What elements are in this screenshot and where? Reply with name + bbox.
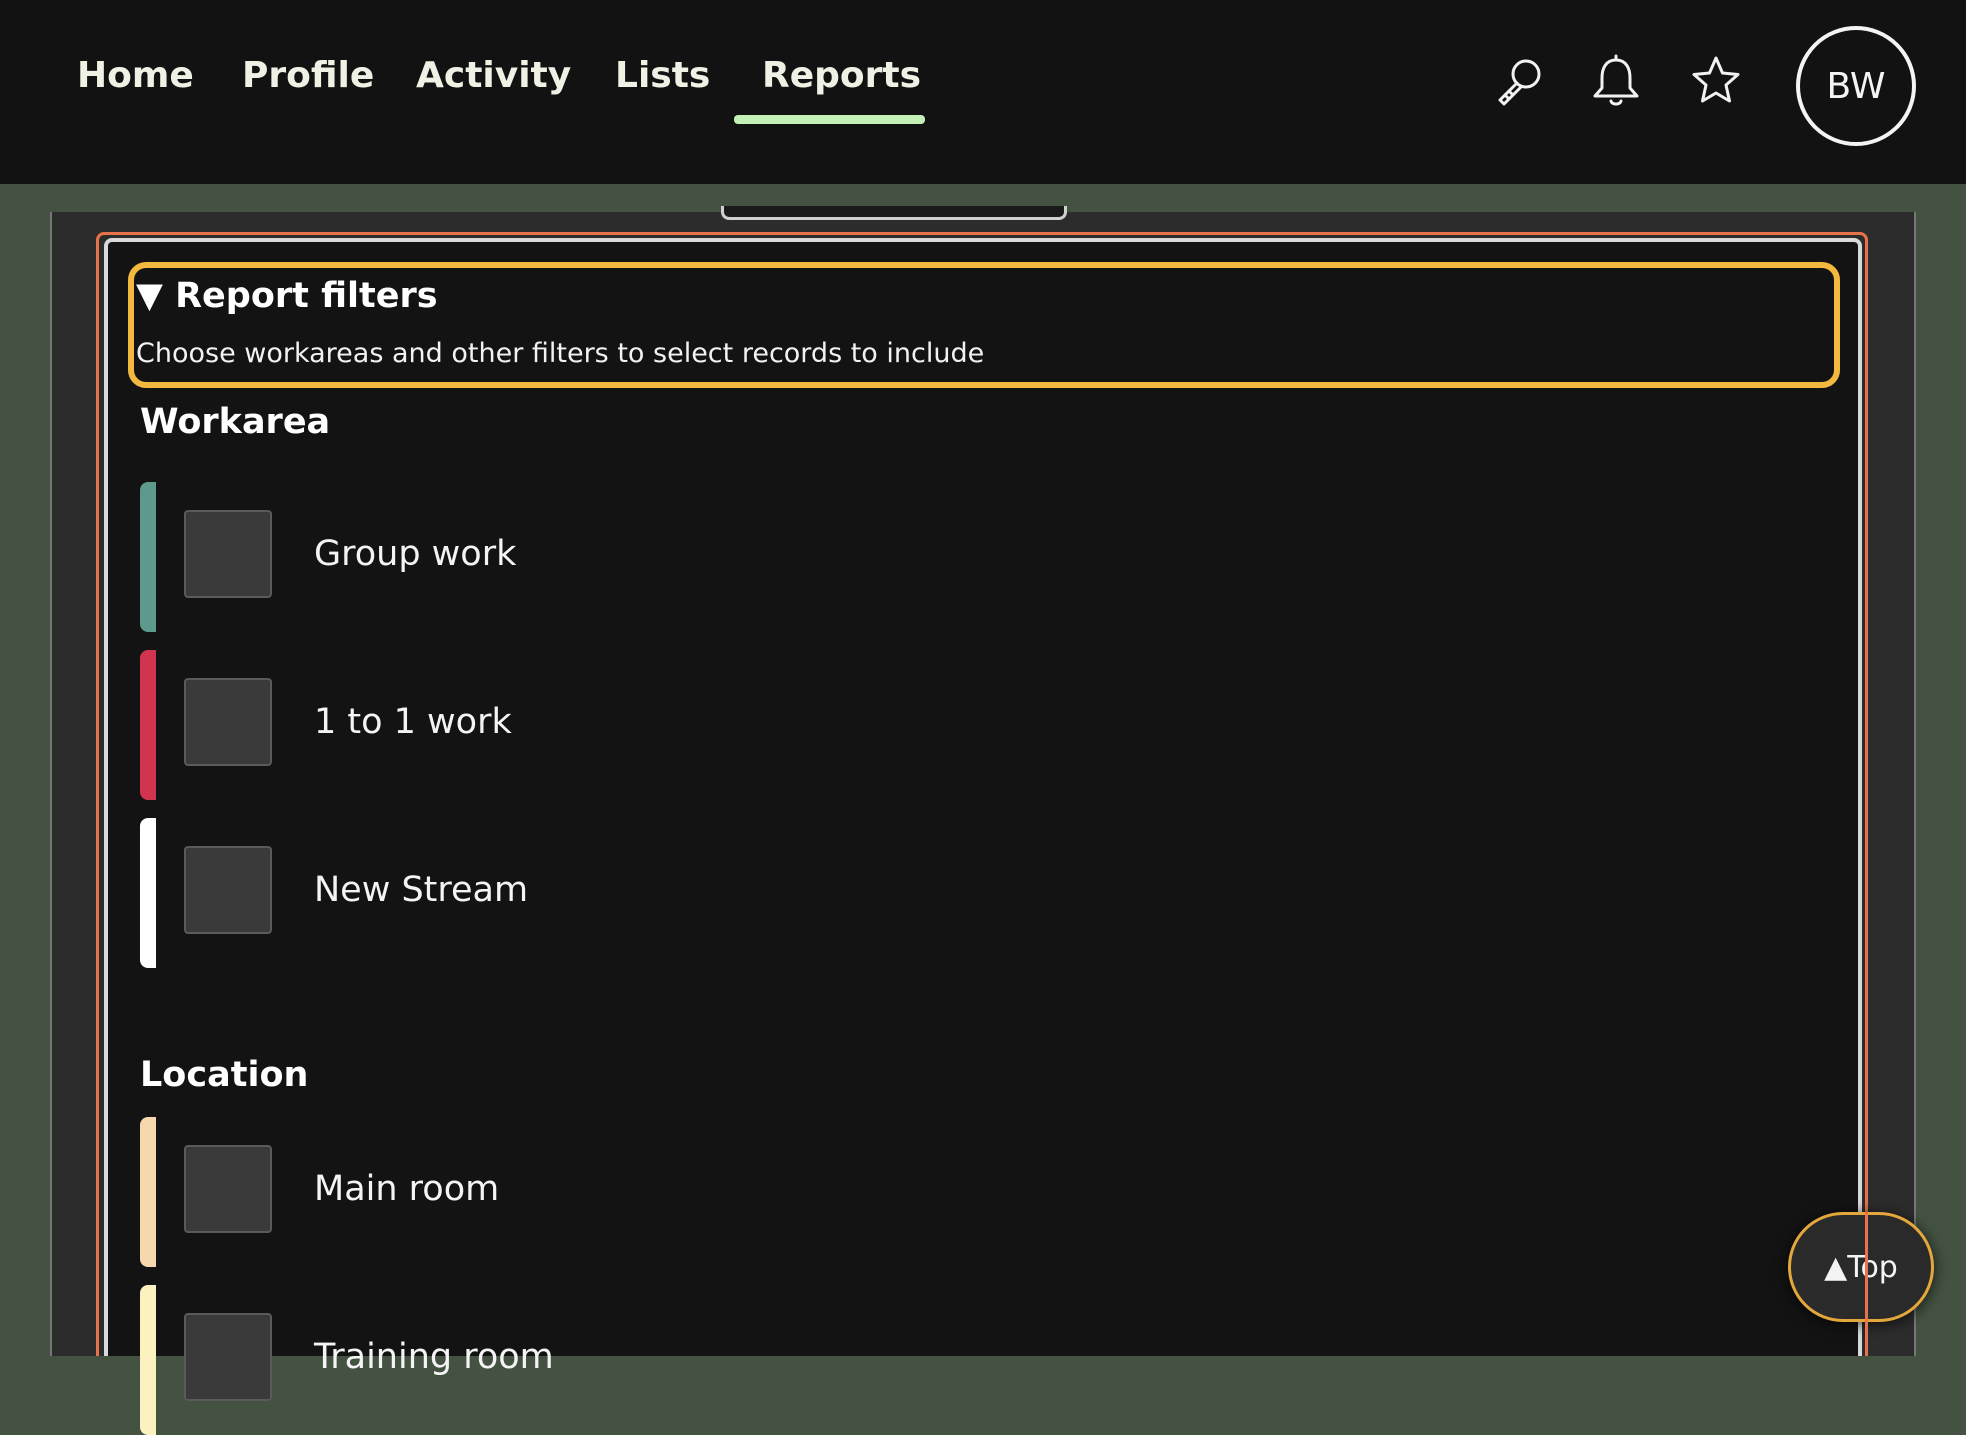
workarea-option-label: Group work (314, 534, 517, 574)
workarea-checkbox[interactable] (184, 846, 272, 934)
workarea-option-new-stream[interactable]: New Stream (140, 818, 1820, 968)
panel-tab-stub (721, 206, 1067, 220)
location-option-main-room[interactable]: Main room (140, 1117, 1820, 1267)
location-heading: Location (140, 1055, 309, 1095)
workarea-color-marker (140, 482, 156, 632)
back-to-top-button[interactable]: ▲Top (1788, 1212, 1934, 1322)
workarea-option-label: New Stream (314, 870, 529, 910)
nav-link-activity[interactable]: Activity (416, 55, 571, 96)
user-avatar[interactable]: BW (1796, 26, 1916, 146)
location-checkbox[interactable] (184, 1145, 272, 1233)
nav-link-home[interactable]: Home (77, 55, 194, 96)
workarea-checkbox[interactable] (184, 510, 272, 598)
location-color-marker (140, 1117, 156, 1267)
workarea-color-marker (140, 650, 156, 800)
bell-icon[interactable] (1586, 52, 1646, 112)
nav-link-lists[interactable]: Lists (615, 55, 710, 96)
report-filters-description: Choose workareas and other filters to se… (136, 338, 985, 369)
report-filters-title: ▼ Report filters (136, 276, 438, 316)
location-option-label: Training room (314, 1337, 554, 1377)
top-navigation-bar: Home Profile Activity Lists Reports BW (0, 0, 1966, 184)
workarea-option-1-to-1-work[interactable]: 1 to 1 work (140, 650, 1820, 800)
search-icon[interactable] (1490, 52, 1550, 112)
workarea-option-label: 1 to 1 work (314, 702, 512, 742)
nav-link-reports[interactable]: Reports (762, 55, 921, 96)
location-checkbox[interactable] (184, 1313, 272, 1401)
workarea-color-marker (140, 818, 156, 968)
workarea-heading: Workarea (140, 402, 331, 442)
workarea-option-group-work[interactable]: Group work (140, 482, 1820, 632)
location-option-training-room[interactable]: Training room (140, 1285, 1820, 1435)
workarea-checkbox[interactable] (184, 678, 272, 766)
star-icon[interactable] (1686, 52, 1746, 112)
active-tab-indicator (734, 115, 925, 124)
location-color-marker (140, 1285, 156, 1435)
nav-link-profile[interactable]: Profile (242, 55, 374, 96)
location-option-label: Main room (314, 1169, 500, 1209)
